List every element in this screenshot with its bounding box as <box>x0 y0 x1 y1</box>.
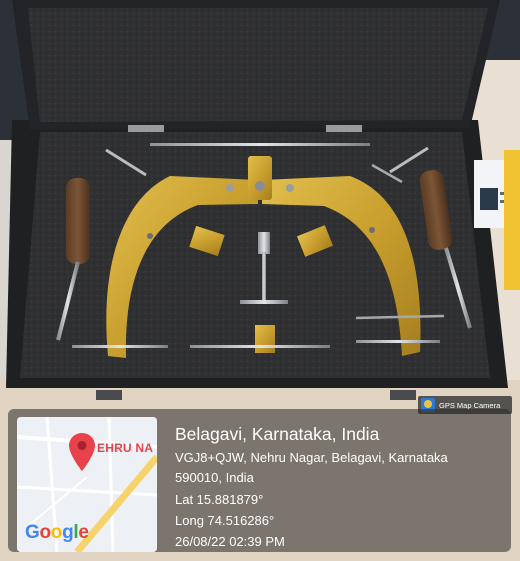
map-street-label: EHRU NA <box>97 441 154 455</box>
longitude-text: Long 74.516286° <box>175 513 275 528</box>
map-pin-icon <box>69 433 95 471</box>
latitude-text: Lat 15.881879° <box>175 492 264 507</box>
photo-frame: GPS Map Camera EHRU NA Google Belagavi, … <box>0 0 520 561</box>
datetime-text: 26/08/22 02:39 PM <box>175 534 285 549</box>
address-line-2: 590010, India <box>175 470 254 485</box>
location-title: Belagavi, Karnataka, India <box>175 424 380 444</box>
google-logo: Google <box>25 522 89 543</box>
map-thumbnail: EHRU NA Google <box>17 417 157 552</box>
address-line-1: VGJ8+QJW, Nehru Nagar, Belagavi, Karnata… <box>175 450 448 465</box>
